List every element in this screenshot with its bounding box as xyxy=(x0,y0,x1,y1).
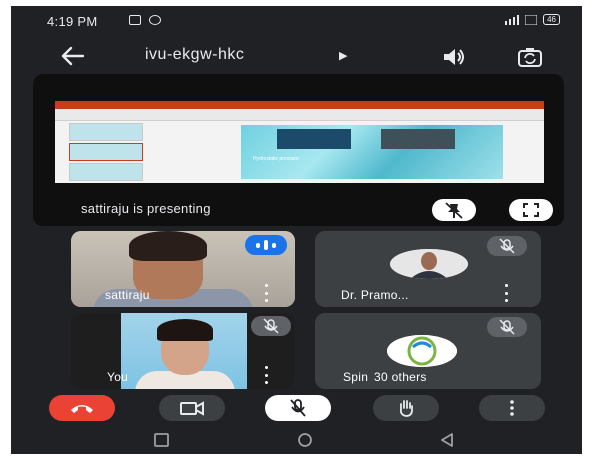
system-icons: 46 xyxy=(505,14,560,25)
whatsapp-icon xyxy=(149,15,161,25)
home-button[interactable] xyxy=(293,431,317,449)
raise-hand-button[interactable] xyxy=(373,395,439,421)
call-controls xyxy=(11,395,582,425)
cast-icon xyxy=(129,15,141,25)
others-count[interactable]: 30 others xyxy=(374,370,427,384)
slide-image xyxy=(381,129,455,149)
status-time: 4:19 PM xyxy=(47,14,98,29)
volume-icon xyxy=(444,49,464,65)
speaker-button[interactable] xyxy=(441,46,467,68)
meet-screen: 4:19 PM 46 ivu-ekgw-hkc ▶ Hydrostatic pr… xyxy=(11,6,582,454)
self-view-tile[interactable]: You xyxy=(71,313,295,389)
mic-off-icon xyxy=(263,318,279,334)
more-options-button[interactable] xyxy=(479,395,545,421)
signal-icon xyxy=(505,14,520,25)
slide-thumbnails xyxy=(59,123,145,181)
battery-icon: 46 xyxy=(543,14,560,25)
participant-tile[interactable]: sattiraju xyxy=(71,231,295,307)
recents-icon xyxy=(154,433,169,447)
back-nav-button[interactable] xyxy=(435,431,459,449)
recents-button[interactable] xyxy=(149,431,173,449)
camera-switch-button[interactable] xyxy=(517,45,543,69)
participant-name: Spin xyxy=(343,370,369,384)
mic-off-icon xyxy=(499,238,515,254)
participant-tile[interactable]: Spin 30 others xyxy=(315,313,541,389)
more-vertical-icon xyxy=(510,400,514,416)
slide-caption: Hydrostatic pressure xyxy=(253,156,299,162)
mic-toggle-button[interactable] xyxy=(265,395,331,421)
avatar xyxy=(387,335,457,367)
home-icon xyxy=(298,433,312,447)
data-icon xyxy=(525,14,538,25)
slide-thumbnail xyxy=(69,163,143,181)
phone-hangup-icon xyxy=(71,405,93,413)
hand-raise-icon xyxy=(399,400,413,417)
slide-thumbnail xyxy=(69,123,143,141)
unpin-button[interactable] xyxy=(432,199,476,221)
fullscreen-icon xyxy=(523,203,539,217)
app-ribbon xyxy=(55,101,544,109)
fullscreen-button[interactable] xyxy=(509,199,553,221)
video-camera-icon xyxy=(180,401,204,416)
video-hair xyxy=(129,231,207,261)
presenting-label: sattiraju is presenting xyxy=(81,201,211,216)
app-toolbar xyxy=(55,109,544,121)
caret-right-icon[interactable]: ▶ xyxy=(339,49,347,62)
video-hair xyxy=(157,319,213,341)
presentation-tile[interactable]: Hydrostatic pressure sattiraju is presen… xyxy=(33,74,564,226)
arrow-left-icon xyxy=(61,46,85,66)
status-bar: 4:19 PM 46 xyxy=(11,6,582,36)
system-nav-bar xyxy=(11,426,582,454)
back-button[interactable] xyxy=(59,44,87,68)
back-triangle-icon xyxy=(441,433,453,447)
participant-name: Dr. Pramo... xyxy=(341,288,409,302)
mic-off-indicator xyxy=(487,317,527,337)
avatar xyxy=(390,249,468,279)
participant-name: sattiraju xyxy=(105,288,150,302)
end-call-button[interactable] xyxy=(49,395,115,421)
slide-image xyxy=(277,129,351,149)
participant-more-button[interactable] xyxy=(501,284,511,302)
participant-video xyxy=(121,313,247,389)
participant-more-button[interactable] xyxy=(261,366,271,384)
current-slide: Hydrostatic pressure xyxy=(241,125,503,179)
participant-name: You xyxy=(107,370,129,384)
notification-icons xyxy=(129,15,161,25)
camera-toggle-button[interactable] xyxy=(159,395,225,421)
meeting-code[interactable]: ivu-ekgw-hkc xyxy=(145,46,244,64)
slide-thumbnail-selected xyxy=(69,143,143,161)
speaking-indicator-icon xyxy=(245,235,287,255)
participant-more-button[interactable] xyxy=(261,284,271,302)
mic-off-icon xyxy=(499,319,515,335)
camera-switch-icon xyxy=(518,48,542,67)
meeting-header: ivu-ekgw-hkc ▶ xyxy=(11,36,582,76)
shared-screen: Hydrostatic pressure xyxy=(55,101,544,183)
participant-tile[interactable]: Dr. Pramo... xyxy=(315,231,541,307)
pin-off-icon xyxy=(445,202,463,219)
mic-off-indicator xyxy=(251,316,291,336)
mic-off-icon xyxy=(290,399,306,417)
mic-off-indicator xyxy=(487,236,527,256)
